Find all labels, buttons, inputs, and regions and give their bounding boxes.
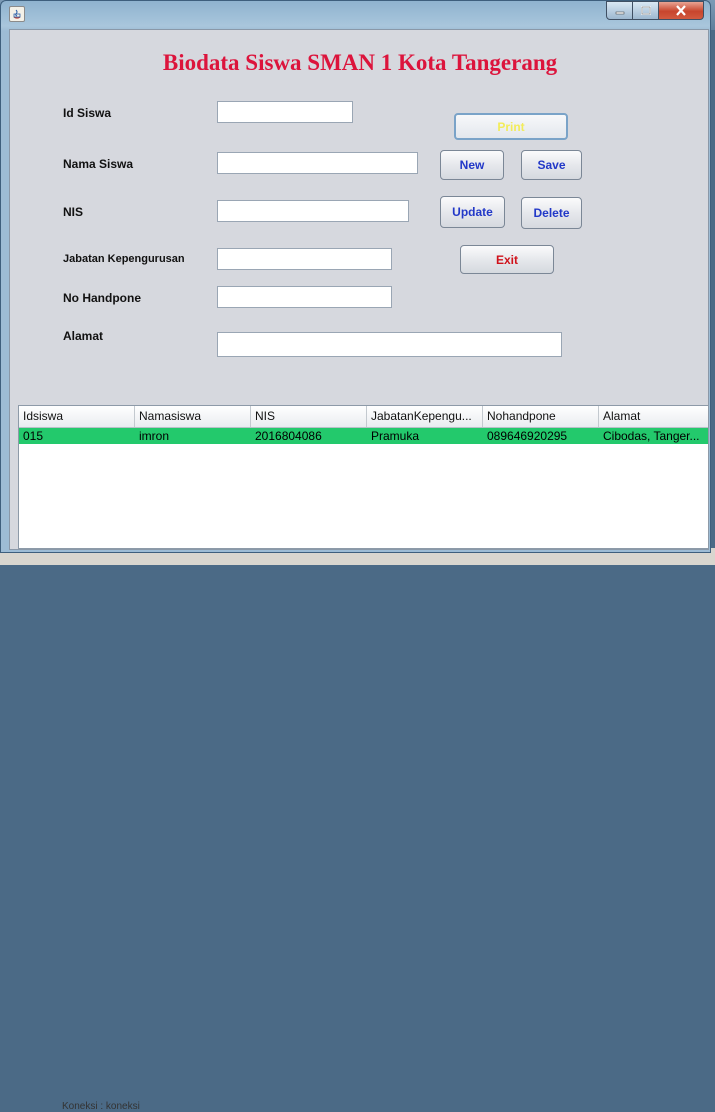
label-nis: NIS — [63, 205, 84, 219]
java-app-icon[interactable] — [9, 6, 25, 22]
save-button[interactable]: Save — [521, 150, 582, 180]
app-window: Biodata Siswa SMAN 1 Kota Tangerang Id S… — [0, 0, 711, 553]
cell-namasiswa: imron — [139, 429, 170, 443]
cell-nis: 2016804086 — [255, 429, 322, 443]
minimize-icon — [615, 11, 624, 14]
table-header: Idsiswa Namasiswa NIS JabatanKepengu... … — [19, 406, 708, 428]
nis-input[interactable] — [217, 200, 409, 222]
print-button[interactable]: Print — [454, 113, 568, 140]
jabatan-input[interactable] — [217, 248, 392, 270]
page-title: Biodata Siswa SMAN 1 Kota Tangerang — [162, 50, 558, 75]
no-handpone-input[interactable] — [217, 286, 392, 308]
exit-button[interactable]: Exit — [460, 245, 554, 274]
cell-nohandpone: 089646920295 — [487, 429, 568, 443]
column-header-alamat[interactable]: Alamat — [599, 406, 708, 427]
column-header-jabatan[interactable]: JabatanKepengu... — [367, 406, 483, 427]
column-header-nis[interactable]: NIS — [251, 406, 367, 427]
minimize-button[interactable] — [606, 1, 633, 20]
table-row[interactable]: 015 imron 2016804086 Pramuka 08964692029… — [19, 428, 708, 444]
maximize-button[interactable] — [632, 1, 659, 20]
close-icon — [676, 5, 686, 16]
label-id-siswa: Id Siswa — [63, 106, 112, 120]
cell-alamat: Cibodas, Tanger... — [603, 429, 700, 443]
title-bar[interactable] — [1, 1, 710, 29]
new-button[interactable]: New — [440, 150, 504, 180]
nama-siswa-input[interactable] — [217, 152, 418, 174]
update-button[interactable]: Update — [440, 196, 505, 228]
label-alamat: Alamat — [63, 329, 104, 343]
student-table[interactable]: Idsiswa Namasiswa NIS JabatanKepengu... … — [18, 405, 709, 549]
form-panel: Biodata Siswa SMAN 1 Kota Tangerang Id S… — [9, 29, 709, 550]
close-button[interactable] — [658, 1, 704, 20]
label-jabatan: Jabatan Kepengurusan — [63, 253, 185, 265]
cell-idsiswa: 015 — [23, 429, 44, 443]
background-window-text: Koneksi : koneksi — [62, 1101, 140, 1112]
id-siswa-input[interactable] — [217, 101, 353, 123]
column-header-idsiswa[interactable]: Idsiswa — [19, 406, 135, 427]
maximize-icon — [640, 6, 651, 15]
label-nama-siswa: Nama Siswa — [63, 157, 134, 171]
cell-jabatan: Pramuka — [371, 429, 420, 443]
column-header-namasiswa[interactable]: Namasiswa — [135, 406, 251, 427]
column-header-nohandpone[interactable]: Nohandpone — [483, 406, 599, 427]
delete-button[interactable]: Delete — [521, 197, 582, 229]
alamat-input[interactable] — [217, 332, 562, 357]
label-no-handpone: No Handpone — [63, 291, 141, 305]
